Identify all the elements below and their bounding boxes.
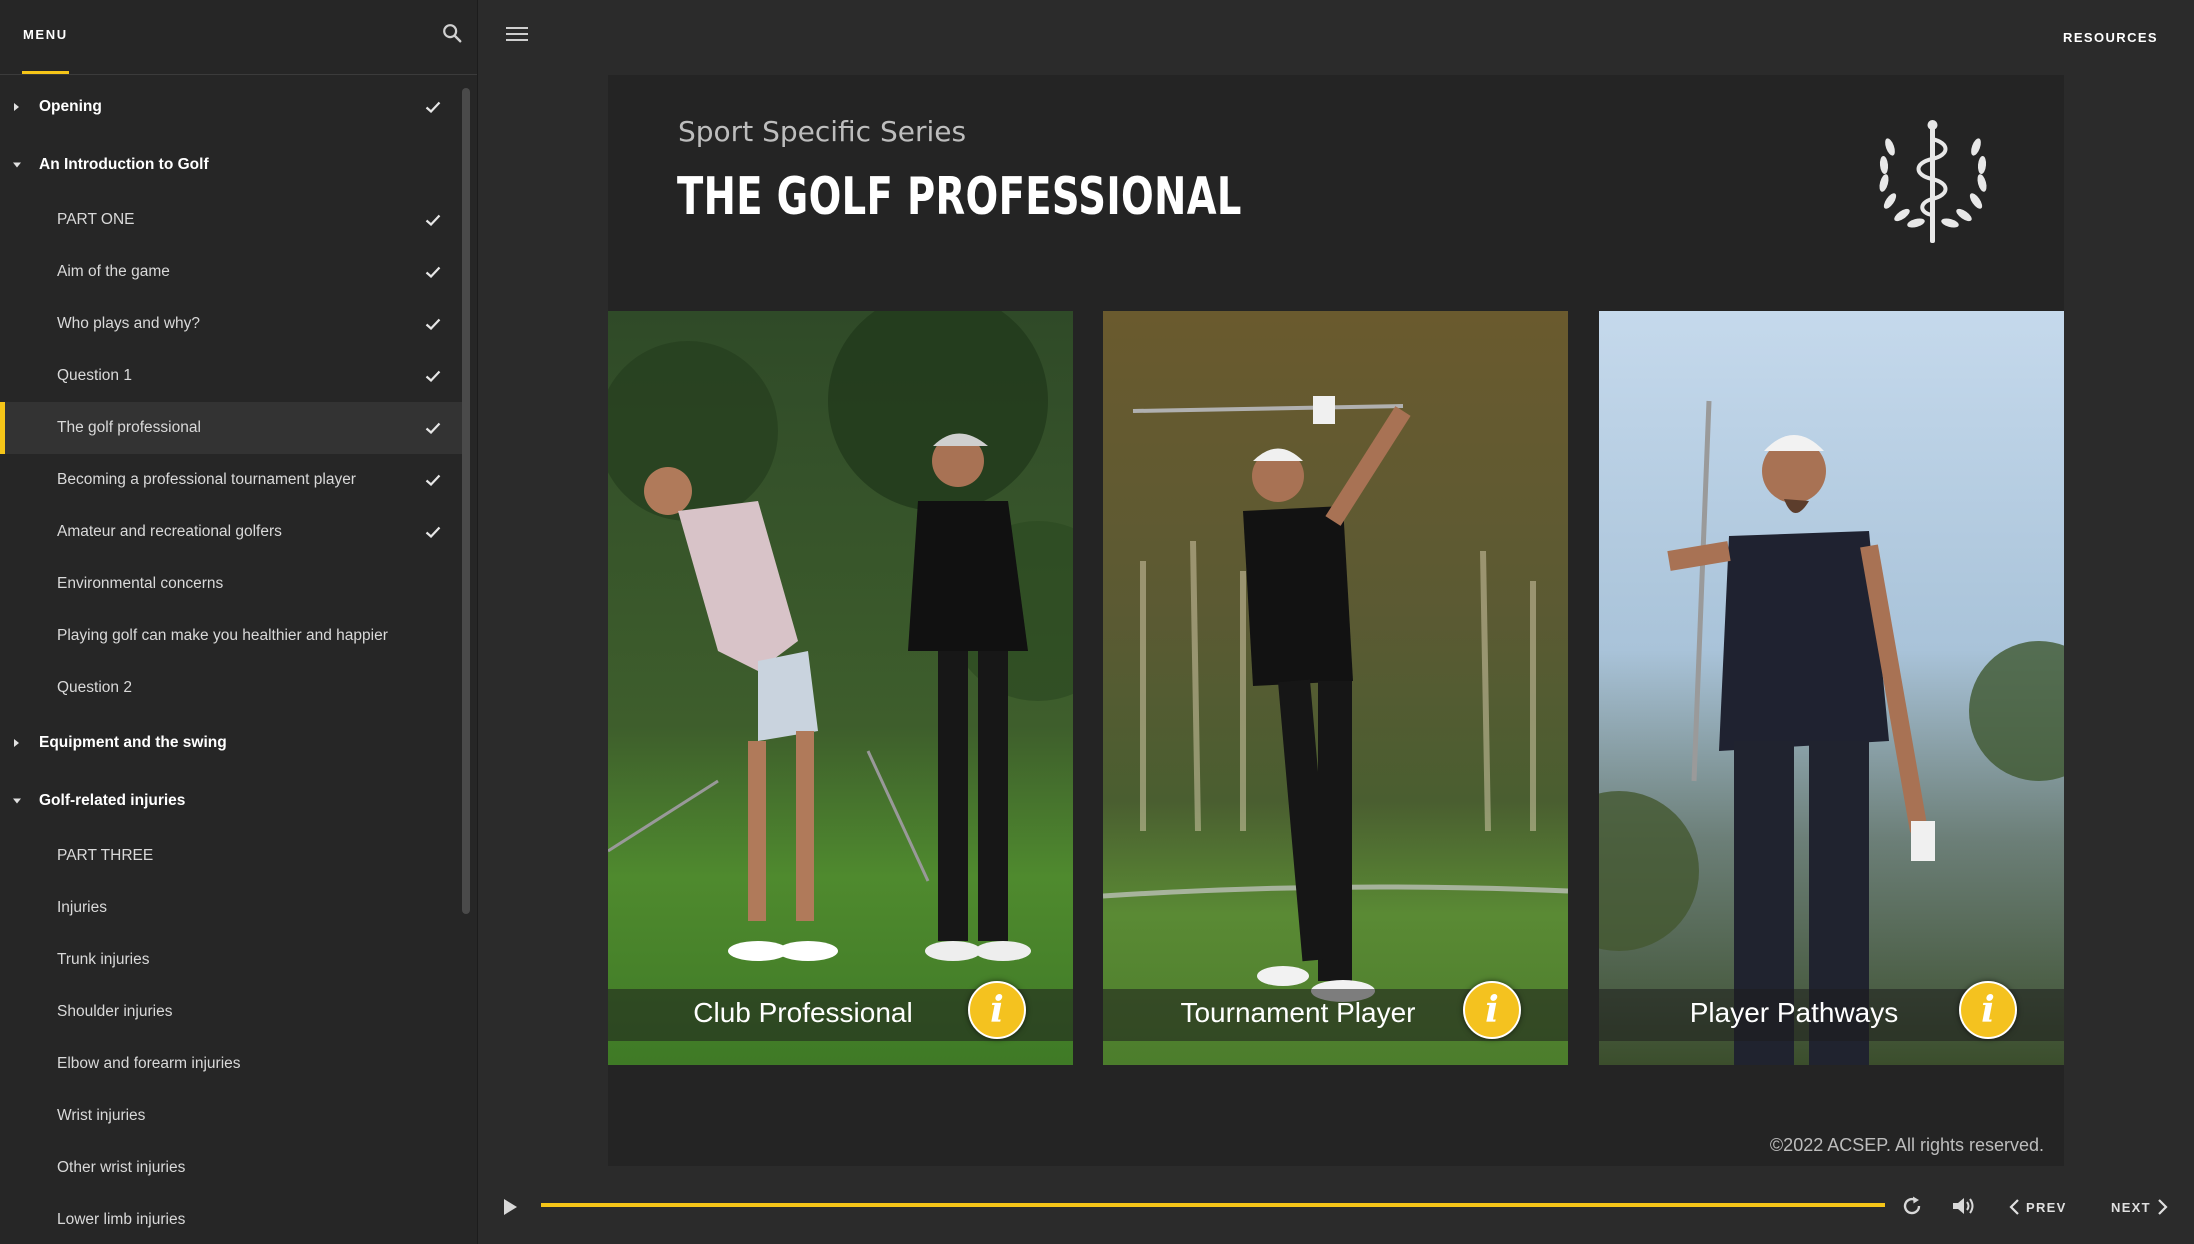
sidebar-item-an-introduction-to-golf[interactable]: An Introduction to Golf bbox=[0, 136, 462, 194]
sidebar-item-label: An Introduction to Golf bbox=[39, 156, 209, 173]
next-button[interactable]: NEXT bbox=[2111, 1196, 2169, 1218]
sidebar-scrollbar[interactable] bbox=[462, 88, 470, 914]
sidebar-item-lower-limb-injuries[interactable]: Lower limb injuries bbox=[0, 1194, 462, 1244]
replay-icon[interactable] bbox=[1900, 1194, 1924, 1218]
laurel-caduceus-logo-icon bbox=[1879, 120, 1987, 243]
copyright-text: ©2022 ACSEP. All rights reserved. bbox=[1769, 1135, 2044, 1155]
sidebar-item-label: Lower limb injuries bbox=[57, 1211, 186, 1228]
next-label: NEXT bbox=[2111, 1199, 2151, 1215]
sidebar-item-label: Aim of the game bbox=[57, 263, 170, 280]
sidebar-item-part-three[interactable]: PART THREE bbox=[0, 830, 462, 882]
sidebar-item-the-golf-professional[interactable]: The golf professional bbox=[0, 402, 462, 454]
prev-button[interactable]: PREV bbox=[2008, 1196, 2067, 1218]
sidebar-item-label: Who plays and why? bbox=[57, 315, 201, 332]
checkmark-icon bbox=[425, 214, 441, 226]
card-club-professional[interactable]: Club Professional i bbox=[608, 311, 1073, 1065]
checkmark-icon bbox=[425, 266, 441, 278]
sidebar-item-question-1[interactable]: Question 1 bbox=[0, 350, 462, 402]
golfer-walking-photo bbox=[1599, 311, 2064, 1065]
hamburger-menu-icon[interactable] bbox=[506, 27, 528, 43]
progress-bar-fill bbox=[541, 1203, 1885, 1207]
slide-title: THE GOLF PROFESSIONAL bbox=[677, 167, 1242, 227]
menu-tab[interactable]: MENU bbox=[23, 27, 68, 42]
search-icon[interactable] bbox=[441, 22, 463, 44]
sidebar-item-label: Trunk injuries bbox=[57, 951, 150, 968]
caret-right-icon[interactable] bbox=[14, 103, 19, 111]
prev-label: PREV bbox=[2026, 1199, 2067, 1215]
info-icon[interactable]: i bbox=[1959, 981, 2017, 1039]
chevron-left-icon bbox=[2009, 1199, 2019, 1215]
card-caption: Player Pathways i bbox=[1599, 981, 2064, 1041]
sidebar-item-part-one[interactable]: PART ONE bbox=[0, 194, 462, 246]
sidebar-item-injuries[interactable]: Injuries bbox=[0, 882, 462, 934]
sidebar-item-playing-golf-can-make-you-healthier-and-happier[interactable]: Playing golf can make you healthier and … bbox=[0, 610, 462, 662]
sidebar-item-equipment-and-the-swing[interactable]: Equipment and the swing bbox=[0, 714, 462, 772]
sidebar-item-label: The golf professional bbox=[57, 419, 201, 436]
sidebar-item-label: Golf-related injuries bbox=[39, 792, 186, 809]
play-icon[interactable] bbox=[500, 1197, 520, 1217]
checkmark-icon bbox=[425, 370, 441, 382]
card-tournament-player[interactable]: Tournament Player i bbox=[1103, 311, 1568, 1065]
volume-icon[interactable] bbox=[1950, 1194, 1976, 1218]
slide-subtitle: Sport Specific Series bbox=[678, 115, 967, 148]
sidebar-item-label: Playing golf can make you healthier and … bbox=[57, 627, 388, 644]
sidebar-item-label: Environmental concerns bbox=[57, 575, 224, 592]
sidebar-item-label: PART THREE bbox=[57, 847, 154, 864]
info-icon[interactable]: i bbox=[1463, 981, 1521, 1039]
golf-swing-photo bbox=[1103, 311, 1568, 1065]
sidebar-item-label: Question 1 bbox=[57, 367, 132, 384]
checkmark-icon bbox=[425, 422, 441, 434]
sidebar-item-other-wrist-injuries[interactable]: Other wrist injuries bbox=[0, 1142, 462, 1194]
caret-down-icon[interactable] bbox=[13, 162, 21, 168]
sidebar-item-label: Equipment and the swing bbox=[39, 734, 227, 751]
checkmark-icon bbox=[425, 101, 441, 113]
card-player-pathways[interactable]: Player Pathways i bbox=[1599, 311, 2064, 1065]
sidebar-item-label: Elbow and forearm injuries bbox=[57, 1055, 241, 1072]
sidebar-item-amateur-and-recreational-golfers[interactable]: Amateur and recreational golfers bbox=[0, 506, 462, 558]
menu-tab-indicator bbox=[22, 71, 69, 74]
card-caption-text: Tournament Player bbox=[1180, 997, 1416, 1028]
sidebar-item-label: Shoulder injuries bbox=[57, 1003, 173, 1020]
sidebar: MENU Opening An Introduction to Golf PART … bbox=[0, 0, 478, 1244]
card-caption: Club Professional i bbox=[608, 981, 1073, 1041]
golf-lesson-photo bbox=[608, 311, 1073, 1065]
sidebar-item-wrist-injuries[interactable]: Wrist injuries bbox=[0, 1090, 462, 1142]
caret-down-icon[interactable] bbox=[13, 798, 21, 804]
sidebar-item-shoulder-injuries[interactable]: Shoulder injuries bbox=[0, 986, 462, 1038]
resources-button[interactable]: RESOURCES bbox=[2063, 30, 2158, 45]
sidebar-item-label: PART ONE bbox=[57, 211, 135, 228]
progress-bar[interactable] bbox=[541, 1203, 1885, 1207]
chevron-right-icon bbox=[2158, 1199, 2168, 1215]
sidebar-item-becoming-a-professional-tournament-player[interactable]: Becoming a professional tournament playe… bbox=[0, 454, 462, 506]
checkmark-icon bbox=[425, 526, 441, 538]
sidebar-item-label: Amateur and recreational golfers bbox=[57, 523, 282, 540]
sidebar-item-label: Wrist injuries bbox=[57, 1107, 146, 1124]
sidebar-item-environmental-concerns[interactable]: Environmental concerns bbox=[0, 558, 462, 610]
sidebar-item-label: Becoming a professional tournament playe… bbox=[57, 471, 356, 488]
card-caption: Tournament Player i bbox=[1103, 981, 1568, 1041]
card-caption-text: Player Pathways bbox=[1689, 997, 1899, 1028]
sidebar-item-opening[interactable]: Opening bbox=[0, 78, 462, 136]
sidebar-menu-list: Opening An Introduction to Golf PART ONE Ai… bbox=[0, 78, 462, 1244]
caret-right-icon[interactable] bbox=[14, 739, 19, 747]
slide: Sport Specific Series THE GOLF PROFESSIO… bbox=[608, 75, 2064, 1166]
sidebar-item-golf-related-injuries[interactable]: Golf-related injuries bbox=[0, 772, 462, 830]
sidebar-item-label: Question 2 bbox=[57, 679, 132, 696]
sidebar-item-label: Injuries bbox=[57, 899, 107, 916]
checkmark-icon bbox=[425, 318, 441, 330]
sidebar-header: MENU bbox=[0, 0, 477, 75]
sidebar-item-aim-of-the-game[interactable]: Aim of the game bbox=[0, 246, 462, 298]
sidebar-item-label: Other wrist injuries bbox=[57, 1159, 186, 1176]
sidebar-item-question-2[interactable]: Question 2 bbox=[0, 662, 462, 714]
checkmark-icon bbox=[425, 474, 441, 486]
info-icon[interactable]: i bbox=[968, 981, 1026, 1039]
card-caption-text: Club Professional bbox=[693, 997, 913, 1028]
sidebar-item-elbow-and-forearm-injuries[interactable]: Elbow and forearm injuries bbox=[0, 1038, 462, 1090]
sidebar-item-who-plays-and-why[interactable]: Who plays and why? bbox=[0, 298, 462, 350]
sidebar-item-trunk-injuries[interactable]: Trunk injuries bbox=[0, 934, 462, 986]
